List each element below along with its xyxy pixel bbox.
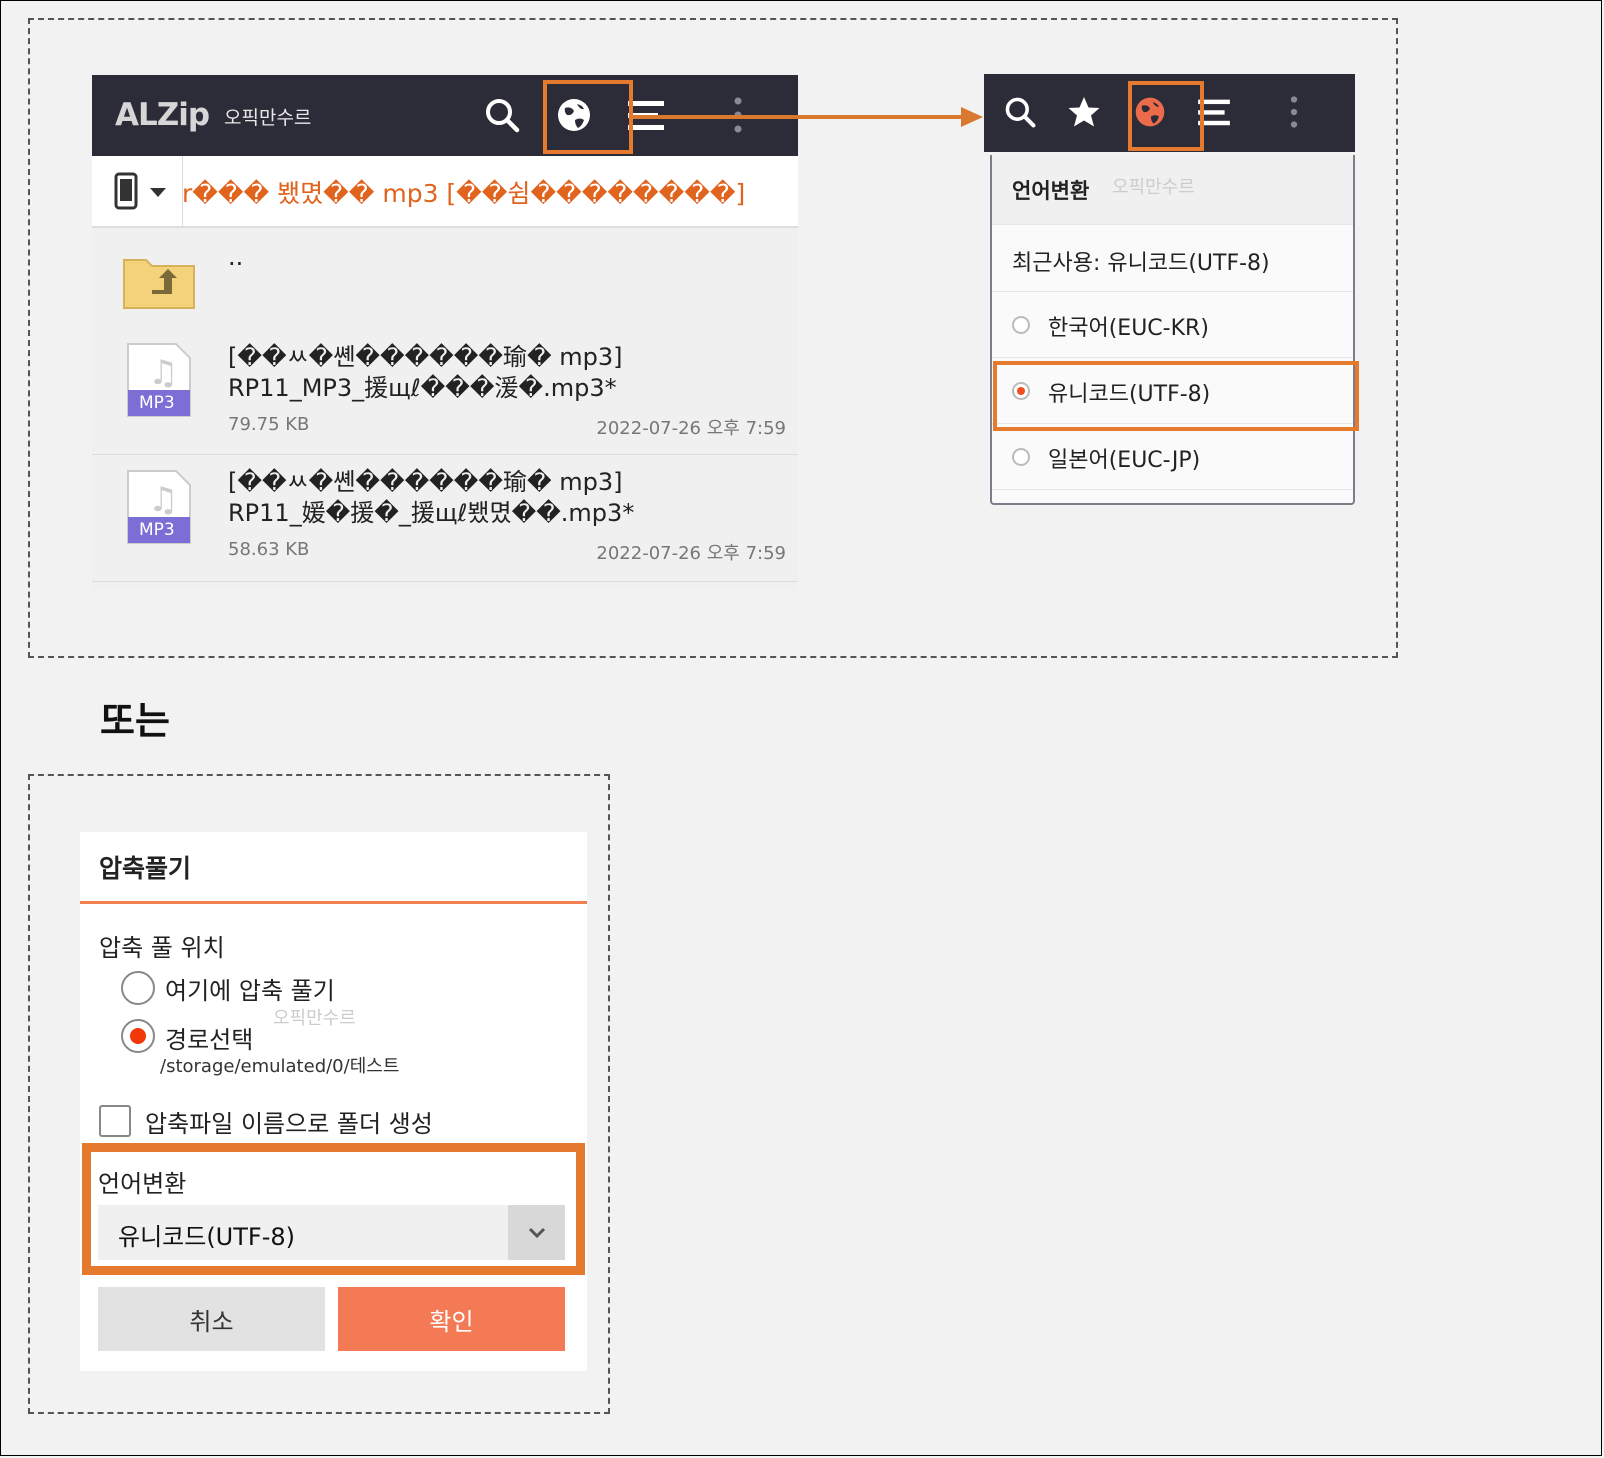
- search-button[interactable]: [990, 82, 1050, 142]
- confirm-button[interactable]: 확인: [338, 1287, 565, 1351]
- radio-button[interactable]: [1012, 448, 1030, 466]
- search-icon: [1005, 97, 1036, 128]
- list-item[interactable]: ♫ MP3 [��ㅆ�쏀������瑜� mp3] RP11_MP3_援щℓ��…: [92, 328, 798, 455]
- star-icon: [1068, 97, 1100, 127]
- mp3-file-icon: ♫ MP3: [126, 469, 192, 545]
- list-item-parent[interactable]: ..: [92, 230, 798, 328]
- file-date: 2022-07-26 오후 7:59: [596, 418, 786, 439]
- folder-up-icon: [123, 259, 195, 309]
- create-folder-checkbox[interactable]: [99, 1105, 131, 1137]
- dropdown-arrow-icon: [150, 188, 166, 197]
- selected-path: /storage/emulated/0/테스트: [160, 1056, 400, 1077]
- mp3-file-icon: ♫ MP3: [126, 342, 192, 418]
- file-size: 79.75 KB: [228, 414, 310, 435]
- option-label: 한국어(EUC-KR): [1048, 316, 1209, 341]
- more-vertical-icon: [1290, 96, 1298, 128]
- path-bar: r��� 뵀몄�� mp3 [��쉼��������]: [92, 156, 798, 228]
- encoding-option-euc-kr[interactable]: 한국어(EUC-KR): [992, 292, 1353, 358]
- file-name-line1: [��ㅆ�쏀������瑜� mp3]: [228, 343, 623, 371]
- globe-highlight: [1128, 81, 1204, 151]
- globe-highlight: [543, 80, 633, 154]
- option-choose-path: 경로선택: [165, 1026, 254, 1054]
- menu-watermark: 오픽만수르: [1112, 177, 1195, 198]
- storage-selector[interactable]: [92, 156, 183, 226]
- option-label: 일본어(EUC-JP): [1048, 448, 1201, 473]
- current-path: r��� 뵀몄�� mp3 [��쉼��������]: [182, 179, 746, 208]
- mp3-badge: MP3: [139, 393, 175, 413]
- language-highlight: [82, 1143, 585, 1275]
- encoding-option-euc-jp[interactable]: 일본어(EUC-JP): [992, 424, 1353, 490]
- more-button[interactable]: [1264, 82, 1324, 142]
- title-divider: [80, 901, 587, 904]
- file-name-line2: RP11_MP3_援щℓ���湲�.mp3*: [228, 374, 617, 402]
- radio-button[interactable]: [1012, 316, 1030, 334]
- search-button[interactable]: [472, 85, 532, 145]
- app-logo: ALZip: [115, 97, 210, 133]
- recent-encoding-item[interactable]: 최근사용: 유니코드(UTF-8): [992, 225, 1353, 292]
- radio-choose-path[interactable]: [121, 1019, 155, 1053]
- arrow-connector: [633, 107, 983, 127]
- search-icon: [486, 99, 520, 133]
- svg-text:♫: ♫: [148, 353, 178, 393]
- path-watermark: 오픽만수르: [273, 1008, 356, 1029]
- svg-text:♫: ♫: [148, 480, 178, 520]
- utf8-highlight: [993, 361, 1359, 431]
- recent-label: 최근사용: 유니코드(UTF-8): [1012, 251, 1270, 276]
- list-item[interactable]: ♫ MP3 [��ㅆ�쏀������瑜� mp3] RP11_媛�援�_援щℓ뵀…: [92, 455, 798, 582]
- create-folder-label: 압축파일 이름으로 폴더 생성: [145, 1110, 433, 1138]
- location-label: 압축 풀 위치: [99, 934, 225, 962]
- favorite-button[interactable]: [1054, 82, 1114, 142]
- app-watermark: 오픽만수르: [224, 107, 312, 129]
- file-date: 2022-07-26 오후 7:59: [596, 543, 786, 564]
- file-size: 58.63 KB: [228, 539, 310, 560]
- menu-header: 언어변환 오픽만수르: [992, 155, 1353, 225]
- mp3-badge: MP3: [139, 520, 175, 540]
- menu-title: 언어변환: [1012, 179, 1090, 203]
- file-name-line1: [��ㅆ�쏀������瑜� mp3]: [228, 468, 623, 496]
- cancel-button[interactable]: 취소: [98, 1287, 325, 1351]
- option-extract-here: 여기에 압축 풀기: [165, 977, 335, 1005]
- language-menu: 언어변환 오픽만수르 최근사용: 유니코드(UTF-8) 한국어(EUC-KR)…: [990, 155, 1355, 505]
- dialog-title: 압축풀기: [99, 854, 192, 883]
- file-name-line2: RP11_媛�援�_援щℓ뵀몄��.mp3*: [228, 499, 635, 527]
- phone-icon: [114, 172, 138, 210]
- alzip-file-browser: ALZip 오픽만수르 r��� 뵀몄�� mp3 [��쉼��������] …: [92, 75, 798, 590]
- radio-extract-here[interactable]: [121, 971, 155, 1005]
- or-label: 또는: [100, 699, 170, 743]
- parent-label: ..: [228, 243, 244, 271]
